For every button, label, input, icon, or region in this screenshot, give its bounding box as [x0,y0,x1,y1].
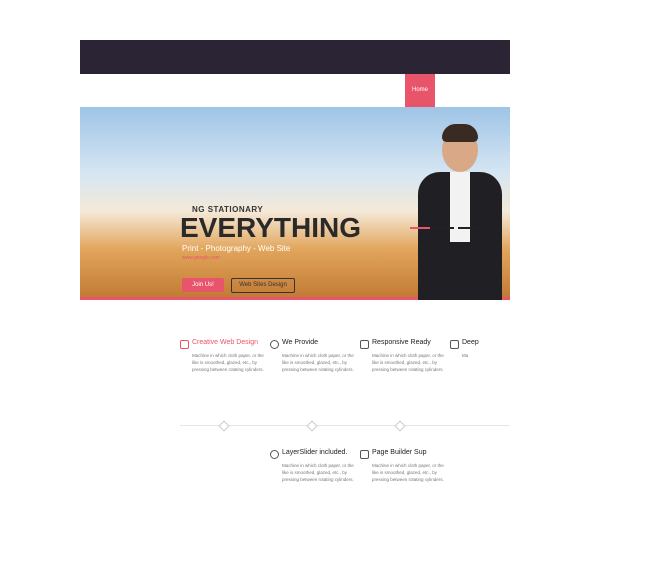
person-hair [442,124,478,142]
feature-desc: Machine in which cloth paper, or the lik… [282,353,354,372]
feature-desc: Machine in which cloth paper, or the lik… [372,463,444,482]
slider-dot-1[interactable] [410,227,430,229]
slider-dot-2[interactable] [434,227,454,229]
clock-icon [270,450,279,459]
briefcase-icon [450,340,459,349]
tablet-mockup: Home NG STATIONARY EVERYTHING Print - Ph… [0,0,655,570]
feature-title: We Provide [282,339,319,346]
chat-icon [360,340,369,349]
web-sites-design-button[interactable]: Web Sites Design [231,278,295,293]
feature-desc: Machine in which cloth paper, or the lik… [192,353,264,372]
feature-title: Page Builder Sup [372,449,427,456]
navbar [80,74,510,108]
top-bar [80,40,510,74]
person-shirt [450,172,470,242]
nav-home-tab[interactable]: Home [405,74,435,107]
feature-desc: Machine in which cloth paper, or the lik… [282,463,354,482]
website-screen: Home NG STATIONARY EVERYTHING Print - Ph… [80,40,510,520]
feature-title: Creative Web Design [192,339,259,346]
lightbulb-icon [270,340,279,349]
feature-title: LayerSlider included. [282,449,348,456]
join-us-button[interactable]: Join Us! [182,278,224,292]
image-icon [360,450,369,459]
hero-url[interactable]: www.google.com [182,255,220,261]
feature-title: Deep [462,339,479,346]
hero-person-image [410,110,510,300]
feature-title: Responsive Ready [372,339,431,346]
hero-subline: Print - Photography - Web Site [182,244,291,253]
features-section: Creative Web Design Machine in which clo… [80,339,510,520]
checkbox-icon [180,340,189,349]
hero-headline: EVERYTHING [180,212,361,243]
slider-dot-3[interactable] [458,227,478,229]
feature-desc: Ma [462,353,469,358]
feature-desc: Machine in which cloth paper, or the lik… [372,353,444,372]
